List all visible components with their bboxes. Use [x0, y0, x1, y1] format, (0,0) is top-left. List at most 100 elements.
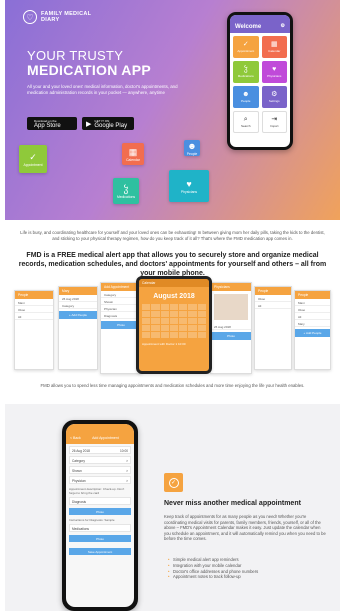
google-play-label: Google Play	[94, 122, 128, 129]
calendar-day[interactable]	[169, 304, 179, 310]
calendar-day[interactable]	[142, 325, 151, 331]
medications-row[interactable]: Medications	[69, 524, 131, 532]
phone-menu-physicians[interactable]: ♥ Physicians	[261, 61, 287, 83]
calendar-day[interactable]	[151, 332, 160, 338]
phone-menu-calendar[interactable]: ▦ Calendar	[261, 36, 287, 58]
calendar-day[interactable]	[142, 318, 151, 324]
tile-label: Medications	[116, 194, 136, 199]
phone-menu-search[interactable]: ⌕ Search	[233, 111, 259, 133]
row-label: Physician	[72, 479, 86, 483]
calendar-day[interactable]	[160, 318, 169, 324]
calendar-day[interactable]	[151, 318, 160, 324]
people-tile: ☻ People	[184, 140, 200, 156]
screen-title: Calendar	[139, 279, 209, 287]
physician-row[interactable]: Physician >	[69, 476, 131, 484]
calendar-day[interactable]	[142, 332, 151, 338]
calendar-day[interactable]	[160, 311, 169, 317]
shown-row[interactable]: Shown >	[69, 466, 131, 474]
gear-icon: ⚙	[280, 23, 285, 29]
list-item: 26 Aug 2018	[211, 323, 251, 330]
calendar-event[interactable]: Appointment with Doctor 1 10:00	[139, 342, 209, 346]
brand[interactable]: ♡ FAMILY MEDICAL DIARY	[23, 10, 101, 24]
calendar-day[interactable]	[169, 318, 179, 324]
hero-description: All your and your loved ones' medical in…	[27, 84, 178, 95]
appointment-notes[interactable]: Appointment description: Check-up. Don't…	[69, 487, 131, 495]
screen-title: People	[295, 291, 330, 299]
calendar-day[interactable]	[151, 304, 160, 310]
hero-title-line1: YOUR TRUSTY	[27, 48, 124, 63]
calendar-day[interactable]	[179, 311, 188, 317]
calendar-day[interactable]	[160, 325, 169, 331]
phone-menu-appointment[interactable]: ✓ Appointment	[233, 36, 259, 58]
row-label: Diagnosis	[72, 500, 86, 504]
calendar-day[interactable]	[160, 304, 169, 310]
diagnosis-instructions[interactable]: Instructions for Diagnosis: Sample	[69, 518, 131, 522]
category-row[interactable]: Category >	[69, 456, 131, 464]
check-circle-icon: ✓	[29, 151, 37, 162]
save-appointment-button[interactable]: Save Appointment	[69, 548, 131, 555]
hero-phone-mockup: Welcome ⚙ ✓ Appointment ▦ Calendar ჴ Medicatio…	[227, 12, 293, 150]
calendar-day[interactable]	[151, 325, 160, 331]
app-store-label: App Store	[34, 122, 61, 129]
physicians-tile: ♥ Physicians	[169, 170, 209, 202]
chevron-right-icon: >	[126, 469, 128, 473]
calendar-day[interactable]	[188, 304, 197, 310]
calendar-grid[interactable]	[139, 300, 209, 342]
chevron-right-icon: >	[126, 459, 128, 463]
physician-photo	[214, 294, 248, 320]
app-store-button[interactable]: Download on the App Store	[27, 117, 77, 130]
phone-menu-import[interactable]: ⇥ Import	[261, 111, 287, 133]
add-people-button[interactable]: + Add People	[59, 311, 97, 319]
photo-button[interactable]: Photo	[211, 332, 251, 340]
stethoscope-icon: ჴ	[243, 66, 248, 73]
screen-people-list: People Mani Okoo Ali	[14, 290, 54, 370]
calendar-day[interactable]	[188, 311, 197, 317]
calendar-day[interactable]	[197, 332, 206, 338]
calendar-day[interactable]	[188, 332, 197, 338]
calendar-day[interactable]	[179, 325, 188, 331]
add-people-button[interactable]: + Add People	[295, 329, 330, 337]
chevron-right-icon: >	[126, 479, 128, 483]
screen-people-3: People Mani Okoo Ali Mary + Add People	[294, 290, 331, 370]
photo-button[interactable]: Photo	[101, 321, 141, 329]
calendar-day[interactable]	[169, 325, 179, 331]
check-circle-icon: ✓	[168, 477, 179, 488]
calendar-day[interactable]	[188, 325, 197, 331]
phone-menu-settings[interactable]: ⚙ Settings	[261, 86, 287, 108]
headline: FMD is a FREE medical alert app that all…	[18, 252, 327, 277]
tile-label: Physicians	[180, 189, 198, 194]
calendar-day[interactable]	[160, 332, 169, 338]
calendar-day[interactable]	[151, 311, 160, 317]
diagnosis-row[interactable]: Diagnosis	[69, 497, 131, 505]
calendar-day[interactable]	[179, 318, 188, 324]
list-item: Mary	[295, 320, 330, 327]
phone-menu-label: Import	[269, 124, 279, 128]
phone-menu-label: Physicians	[267, 74, 282, 78]
screen-people-2: People Okoo Ali	[254, 286, 292, 370]
phone-menu-grid: ✓ Appointment ▦ Calendar ჴ Medications ♥ Physic…	[230, 33, 290, 136]
calendar-day[interactable]	[142, 311, 151, 317]
calendar-day[interactable]	[197, 325, 206, 331]
list-item: Shown	[101, 298, 141, 305]
phone-menu-label: Medications	[237, 74, 254, 78]
back-button[interactable]: < Back	[70, 436, 81, 444]
photo-button[interactable]: Photo	[69, 535, 131, 542]
feature-text: Keep track of appointments for as many p…	[164, 514, 326, 542]
phone-menu-medications[interactable]: ჴ Medications	[233, 61, 259, 83]
medications-tile: ჴ Medications	[113, 178, 139, 204]
calendar-day[interactable]	[188, 318, 197, 324]
calendar-day[interactable]	[179, 332, 188, 338]
calendar-day[interactable]	[169, 311, 179, 317]
calendar-day[interactable]	[197, 311, 206, 317]
search-icon: ⌕	[243, 116, 248, 123]
hero-banner: ♡ FAMILY MEDICAL DIARY YOUR TRUSTY MEDIC…	[5, 0, 340, 220]
google-play-button[interactable]: ▶ GET IT ON Google Play	[82, 117, 134, 130]
calendar-day[interactable]	[179, 304, 188, 310]
calendar-day[interactable]	[142, 304, 151, 310]
phone-menu-people[interactable]: ☻ People	[233, 86, 259, 108]
calendar-day[interactable]	[169, 332, 179, 338]
photo-button[interactable]: Photo	[69, 508, 131, 515]
calendar-day[interactable]	[197, 318, 206, 324]
date-row[interactable]: 26 Aug 2018 10:00	[69, 446, 131, 454]
calendar-day[interactable]	[197, 304, 206, 310]
